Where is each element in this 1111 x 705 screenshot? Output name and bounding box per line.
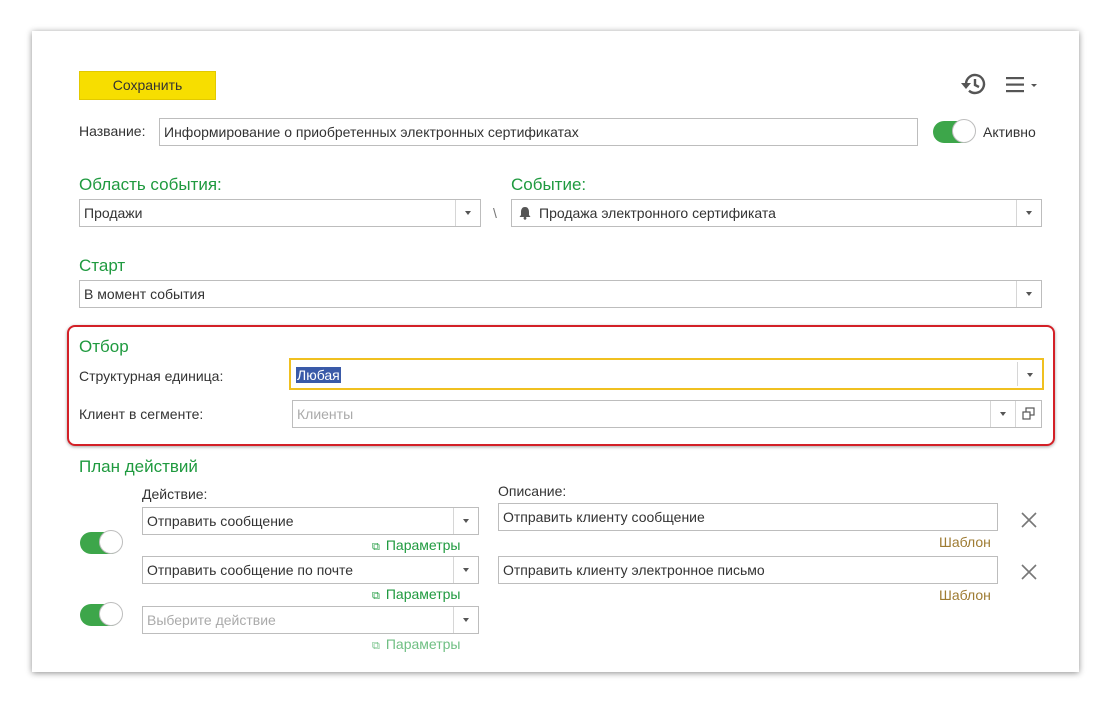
active-toggle[interactable] xyxy=(933,119,976,143)
event-value: Продажа электронного сертификата xyxy=(539,205,776,221)
hamburger-menu-icon[interactable] xyxy=(1004,75,1040,95)
action-value-2: Отправить сообщение по почте xyxy=(147,562,354,578)
action-header: Действие: xyxy=(142,486,208,502)
chevron-down-icon[interactable] xyxy=(453,508,478,534)
unit-value: Любая xyxy=(296,367,341,383)
chevron-down-icon[interactable] xyxy=(453,607,478,633)
client-segment-select[interactable]: Клиенты xyxy=(292,400,1042,428)
chevron-down-icon[interactable] xyxy=(1016,200,1041,226)
action-value-1: Отправить сообщение xyxy=(147,513,294,529)
params-link-1[interactable]: ⧉ Параметры xyxy=(372,537,461,554)
template-link-2[interactable]: Шаблон xyxy=(939,587,991,603)
client-segment-label: Клиент в сегменте: xyxy=(79,406,204,422)
close-icon[interactable] xyxy=(1019,510,1039,533)
close-icon[interactable] xyxy=(1019,562,1039,585)
client-segment-placeholder: Клиенты xyxy=(297,406,354,422)
event-heading: Событие: xyxy=(511,175,587,194)
open-window-icon: ⧉ xyxy=(372,590,380,602)
name-value: Информирование о приобретенных электронн… xyxy=(164,124,579,140)
chevron-down-icon[interactable] xyxy=(1017,362,1042,386)
start-select[interactable]: В момент события xyxy=(79,280,1042,308)
history-icon[interactable] xyxy=(958,70,988,98)
params-link-2[interactable]: ⧉ Параметры xyxy=(372,586,461,603)
event-area-heading: Область события: xyxy=(79,175,222,194)
chevron-down-icon[interactable] xyxy=(455,200,480,226)
action-toggle-2[interactable] xyxy=(80,602,123,626)
params-link-new[interactable]: ⧉ Параметры xyxy=(372,636,461,653)
template-link-1[interactable]: Шаблон xyxy=(939,534,991,550)
params-link-label: Параметры xyxy=(385,537,461,553)
new-action-select[interactable]: Выберите действие xyxy=(142,606,479,634)
description-input-1[interactable]: Отправить клиенту сообщение xyxy=(498,503,998,531)
open-window-icon: ⧉ xyxy=(372,541,380,553)
name-input[interactable]: Информирование о приобретенных электронн… xyxy=(159,118,918,146)
description-input-2[interactable]: Отправить клиенту электронное письмо xyxy=(498,556,998,584)
description-value-1: Отправить клиенту сообщение xyxy=(503,509,705,525)
chevron-down-icon[interactable] xyxy=(453,557,478,583)
start-heading: Старт xyxy=(79,256,126,275)
action-select-1[interactable]: Отправить сообщение xyxy=(142,507,479,535)
params-link-label: Параметры xyxy=(385,586,461,602)
open-form-icon[interactable] xyxy=(1015,401,1041,427)
filter-heading: Отбор xyxy=(79,337,129,356)
new-action-placeholder: Выберите действие xyxy=(147,612,276,628)
description-value-2: Отправить клиенту электронное письмо xyxy=(503,562,765,578)
params-link-label: Параметры xyxy=(385,636,461,652)
action-select-2[interactable]: Отправить сообщение по почте xyxy=(142,556,479,584)
save-button[interactable]: Сохранить xyxy=(79,71,216,100)
active-label: Активно xyxy=(983,124,1036,140)
separator-text: \ xyxy=(493,205,497,221)
start-value: В момент события xyxy=(84,286,205,302)
action-toggle-1[interactable] xyxy=(80,530,123,554)
event-select[interactable]: Продажа электронного сертификата xyxy=(511,199,1042,227)
unit-label: Структурная единица: xyxy=(79,368,224,384)
bell-icon xyxy=(518,206,532,223)
chevron-down-icon[interactable] xyxy=(990,401,1015,427)
unit-select[interactable]: Любая xyxy=(289,358,1044,390)
event-area-value: Продажи xyxy=(84,205,143,221)
event-area-select[interactable]: Продажи xyxy=(79,199,481,227)
name-label: Название: xyxy=(79,123,146,139)
open-window-icon: ⧉ xyxy=(372,640,380,652)
description-header: Описание: xyxy=(498,483,567,499)
plan-heading: План действий xyxy=(79,457,198,476)
chevron-down-icon[interactable] xyxy=(1016,281,1041,307)
